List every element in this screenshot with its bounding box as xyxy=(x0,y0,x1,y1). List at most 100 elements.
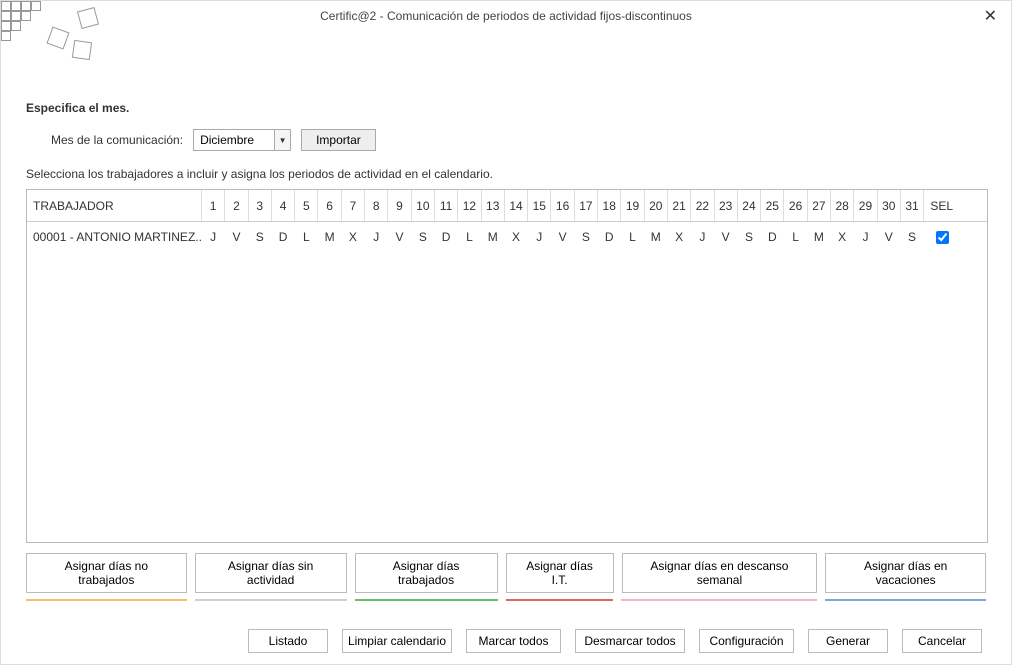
import-button[interactable]: Importar xyxy=(301,129,376,151)
window: Certific@2 - Comunicación de periodos de… xyxy=(0,0,1012,665)
listado-button[interactable]: Listado xyxy=(248,629,328,653)
day-cell[interactable]: M xyxy=(645,222,668,252)
assign-trabajados-button[interactable]: Asignar días trabajados xyxy=(355,553,498,593)
col-day: 24 xyxy=(738,190,761,221)
day-cell[interactable]: S xyxy=(249,222,272,252)
row-select-checkbox[interactable] xyxy=(936,231,949,244)
day-cell[interactable]: L xyxy=(458,222,481,252)
chevron-down-icon[interactable]: ▼ xyxy=(274,130,290,150)
day-cell[interactable]: V xyxy=(551,222,574,252)
legend-pink xyxy=(621,599,817,601)
col-day: 9 xyxy=(388,190,411,221)
col-day: 6 xyxy=(318,190,341,221)
day-cell[interactable]: M xyxy=(482,222,505,252)
table-body[interactable]: 00001 - ANTONIO MARTINEZ... J V S D L M … xyxy=(27,222,987,542)
assign-vacaciones-button[interactable]: Asignar días en vacaciones xyxy=(825,553,986,593)
day-cell[interactable]: S xyxy=(575,222,598,252)
assign-row: Asignar días no trabajados Asignar días … xyxy=(26,553,986,593)
assign-descanso-button[interactable]: Asignar días en descanso semanal xyxy=(622,553,818,593)
bottom-button-row: Listado Limpiar calendario Marcar todos … xyxy=(26,629,986,653)
assign-sin-actividad-button[interactable]: Asignar días sin actividad xyxy=(195,553,347,593)
day-cell[interactable]: V xyxy=(225,222,248,252)
day-cell[interactable]: L xyxy=(295,222,318,252)
col-day: 23 xyxy=(715,190,738,221)
col-worker: TRABAJADOR xyxy=(27,190,202,221)
day-cell[interactable]: J xyxy=(528,222,551,252)
month-row: Mes de la comunicación: ▼ Importar xyxy=(26,129,986,151)
col-day: 4 xyxy=(272,190,295,221)
col-day: 20 xyxy=(645,190,668,221)
legend-gray xyxy=(195,599,347,601)
legend-blue xyxy=(825,599,986,601)
day-cell[interactable]: J xyxy=(854,222,877,252)
col-day: 16 xyxy=(551,190,574,221)
col-day: 31 xyxy=(901,190,924,221)
col-day: 8 xyxy=(365,190,388,221)
day-cell[interactable]: X xyxy=(668,222,691,252)
limpiar-button[interactable]: Limpiar calendario xyxy=(342,629,452,653)
generar-button[interactable]: Generar xyxy=(808,629,888,653)
col-day: 29 xyxy=(854,190,877,221)
day-cell[interactable]: D xyxy=(435,222,458,252)
col-day: 30 xyxy=(878,190,901,221)
col-day: 2 xyxy=(225,190,248,221)
assign-it-button[interactable]: Asignar días I.T. xyxy=(506,553,614,593)
col-day: 5 xyxy=(295,190,318,221)
col-day: 1 xyxy=(202,190,225,221)
day-cell[interactable]: M xyxy=(808,222,831,252)
col-day: 11 xyxy=(435,190,458,221)
worker-cell[interactable]: 00001 - ANTONIO MARTINEZ... xyxy=(27,222,202,252)
day-cell[interactable]: X xyxy=(505,222,528,252)
col-day: 19 xyxy=(621,190,644,221)
day-cell[interactable]: X xyxy=(342,222,365,252)
col-day: 12 xyxy=(458,190,481,221)
day-cell[interactable]: J xyxy=(365,222,388,252)
day-cell[interactable]: S xyxy=(738,222,761,252)
col-day: 28 xyxy=(831,190,854,221)
window-title: Certific@2 - Comunicación de periodos de… xyxy=(320,9,692,23)
col-day: 27 xyxy=(808,190,831,221)
day-cell[interactable]: X xyxy=(831,222,854,252)
day-cell[interactable]: L xyxy=(621,222,644,252)
col-sel: SEL xyxy=(924,190,959,221)
day-cell[interactable]: V xyxy=(715,222,738,252)
day-cell[interactable]: D xyxy=(761,222,784,252)
col-day: 18 xyxy=(598,190,621,221)
specify-month-label: Especifica el mes. xyxy=(26,101,986,115)
day-cell[interactable]: D xyxy=(272,222,295,252)
day-cell[interactable]: M xyxy=(318,222,341,252)
col-day: 17 xyxy=(575,190,598,221)
instruction-label: Selecciona los trabajadores a incluir y … xyxy=(26,167,986,181)
month-input[interactable] xyxy=(194,130,274,150)
col-day: 15 xyxy=(528,190,551,221)
col-day: 3 xyxy=(249,190,272,221)
day-cell[interactable]: L xyxy=(784,222,807,252)
table-row[interactable]: 00001 - ANTONIO MARTINEZ... J V S D L M … xyxy=(27,222,987,252)
desmarcar-button[interactable]: Desmarcar todos xyxy=(575,629,685,653)
assign-no-trabajados-button[interactable]: Asignar días no trabajados xyxy=(26,553,187,593)
month-label: Mes de la comunicación: xyxy=(51,133,183,147)
day-cell[interactable]: J xyxy=(202,222,225,252)
config-button[interactable]: Configuración xyxy=(699,629,794,653)
sel-cell xyxy=(924,222,959,252)
day-cell[interactable]: S xyxy=(412,222,435,252)
close-icon[interactable]: ✕ xyxy=(978,6,1003,26)
day-cell[interactable]: D xyxy=(598,222,621,252)
col-day: 10 xyxy=(412,190,435,221)
legend-green xyxy=(355,599,498,601)
month-select[interactable]: ▼ xyxy=(193,129,291,151)
col-day: 14 xyxy=(505,190,528,221)
day-cell[interactable]: S xyxy=(901,222,924,252)
col-day: 13 xyxy=(482,190,505,221)
day-cell[interactable]: V xyxy=(388,222,411,252)
cancelar-button[interactable]: Cancelar xyxy=(902,629,982,653)
table-header: TRABAJADOR 1 2 3 4 5 6 7 8 9 10 11 12 13… xyxy=(27,190,987,222)
color-legend xyxy=(26,599,986,601)
day-cell[interactable]: V xyxy=(878,222,901,252)
col-day: 22 xyxy=(691,190,714,221)
marcar-button[interactable]: Marcar todos xyxy=(466,629,561,653)
legend-red xyxy=(506,599,614,601)
app-logo xyxy=(1,1,111,66)
day-cell[interactable]: J xyxy=(691,222,714,252)
titlebar: Certific@2 - Comunicación de periodos de… xyxy=(1,1,1011,31)
